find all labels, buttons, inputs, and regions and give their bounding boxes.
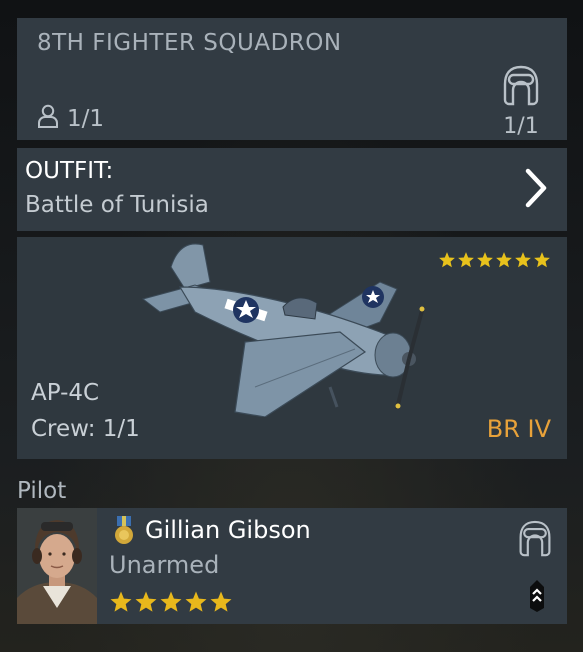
aircraft-crew: Crew: 1/1 bbox=[31, 416, 140, 442]
pilot-helmet-icon bbox=[501, 65, 541, 112]
aircraft-name: AP-4C bbox=[31, 380, 100, 406]
pilot-stars bbox=[109, 590, 233, 618]
squadron-title: 8TH FIGHTER SQUADRON bbox=[37, 30, 342, 56]
chevron-right-icon[interactable] bbox=[523, 168, 549, 212]
star-icon bbox=[476, 251, 494, 273]
rank-chevron-icon bbox=[529, 578, 545, 616]
medal-icon bbox=[113, 516, 135, 550]
pilot-card[interactable]: Gillian Gibson Unarmed bbox=[17, 508, 567, 624]
outfit-label: OUTFIT: bbox=[25, 158, 114, 184]
star-icon bbox=[438, 251, 456, 273]
star-icon bbox=[184, 590, 208, 618]
pilot-slots-count: 1/1 bbox=[503, 114, 539, 139]
aircraft-stars bbox=[438, 251, 551, 273]
squadron-members: 1/1 bbox=[37, 104, 104, 134]
star-icon bbox=[209, 590, 233, 618]
star-icon bbox=[514, 251, 532, 273]
pilot-weapon: Unarmed bbox=[109, 551, 220, 579]
star-icon bbox=[457, 251, 475, 273]
squadron-card[interactable]: 8TH FIGHTER SQUADRON 1/1 1/1 bbox=[17, 18, 567, 140]
star-icon bbox=[159, 590, 183, 618]
battle-rating: BR IV bbox=[486, 415, 551, 443]
star-icon bbox=[109, 590, 133, 618]
pilot-section-title: Pilot bbox=[17, 478, 67, 504]
outfit-value: Battle of Tunisia bbox=[25, 192, 209, 218]
pilot-helmet-icon bbox=[517, 518, 553, 564]
outfit-selector[interactable]: OUTFIT: Battle of Tunisia bbox=[17, 148, 567, 231]
star-icon bbox=[495, 251, 513, 273]
pilot-name: Gillian Gibson bbox=[145, 516, 311, 544]
squadron-pilot-slots: 1/1 bbox=[499, 64, 543, 139]
star-icon bbox=[134, 590, 158, 618]
aircraft-card[interactable]: AP-4C Crew: 1/1 BR IV bbox=[17, 237, 567, 459]
squadron-members-count: 1/1 bbox=[67, 106, 105, 132]
pilot-portrait bbox=[17, 508, 97, 624]
person-icon bbox=[37, 104, 59, 134]
aircraft-image bbox=[141, 243, 425, 417]
star-icon bbox=[533, 251, 551, 273]
